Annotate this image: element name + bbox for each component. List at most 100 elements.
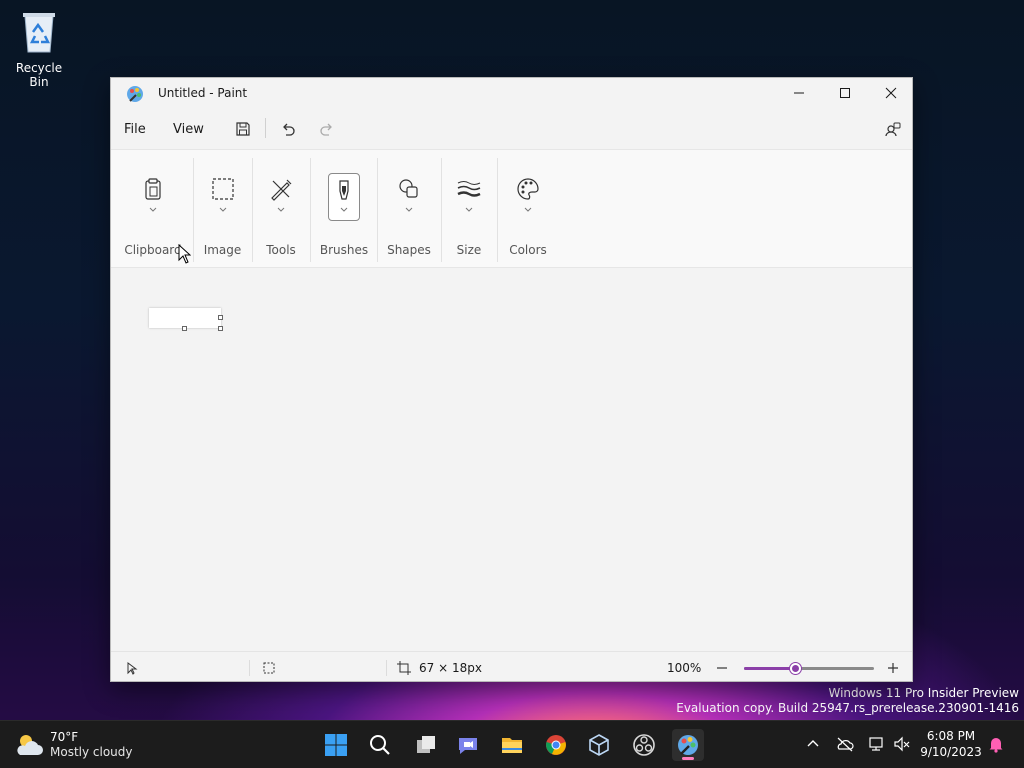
group-separator: [193, 158, 194, 262]
close-icon: [885, 87, 897, 99]
zoom-slider-fill: [744, 667, 796, 670]
colors-group[interactable]: Colors: [501, 150, 555, 269]
save-icon: [236, 122, 250, 136]
partly-cloudy-icon: [17, 735, 43, 755]
ribbon: Clipboard Image Tools Brushes Shapes Siz…: [111, 149, 912, 268]
size-icon: [457, 181, 481, 197]
virtualbox-button[interactable]: [583, 729, 615, 761]
weather-condition: Mostly cloudy: [50, 745, 133, 759]
size-group[interactable]: Size: [444, 150, 494, 269]
menu-bar: File View: [111, 110, 912, 148]
chevron-down-icon: [465, 207, 473, 212]
file-explorer-icon: [502, 738, 522, 753]
notification-bell-icon: [989, 738, 1003, 753]
clipboard-group[interactable]: Clipboard: [121, 150, 185, 269]
maximize-button[interactable]: [822, 78, 868, 108]
canvas-resize-handle-bottom[interactable]: [182, 326, 187, 331]
tools-label: Tools: [266, 243, 296, 257]
brushes-group[interactable]: Brushes: [313, 150, 375, 269]
undo-icon: [283, 123, 295, 136]
chrome-icon: [546, 735, 566, 755]
palette-icon: [517, 178, 539, 200]
view-menu[interactable]: View: [173, 122, 204, 137]
obs-icon: [633, 734, 655, 756]
canvas-size-icon: [397, 661, 411, 675]
chat-icon: [459, 738, 477, 754]
chevron-down-icon: [277, 207, 285, 212]
status-bar: 67 × 18px 100%: [111, 651, 912, 681]
paint-taskbar-button[interactable]: [672, 729, 704, 761]
taskbar: 70°F Mostly cloudy 6:08 PM 9/10/2023: [0, 720, 1024, 768]
undo-button[interactable]: [277, 118, 299, 140]
recycle-bin-label: Recycle Bin: [15, 61, 63, 89]
canvas-resize-handle-right[interactable]: [218, 315, 223, 320]
windows-watermark: Windows 11 Pro Insider Preview Evaluatio…: [676, 686, 1019, 716]
canvas-workspace[interactable]: [111, 269, 912, 651]
zoom-out-icon[interactable]: [715, 661, 729, 675]
image-group[interactable]: Image: [196, 150, 249, 269]
status-separator: [249, 660, 250, 676]
search-button[interactable]: [364, 729, 396, 761]
file-explorer-button[interactable]: [496, 729, 528, 761]
shapes-group[interactable]: Shapes: [379, 150, 439, 269]
file-menu[interactable]: File: [124, 122, 146, 137]
recycle-bin[interactable]: Recycle Bin: [6, 8, 72, 89]
drawing-canvas[interactable]: [149, 308, 221, 328]
task-view-icon: [417, 736, 435, 753]
clock-date: 9/10/2023: [920, 745, 982, 759]
chevron-down-icon: [524, 207, 532, 212]
menu-separator: [265, 118, 266, 138]
zoom-in-icon[interactable]: [886, 661, 900, 675]
chevron-up-icon: [807, 740, 819, 747]
account-button[interactable]: [882, 118, 904, 140]
chevron-down-icon: [219, 207, 226, 212]
window-title: Untitled - Paint: [158, 86, 248, 100]
zoom-level[interactable]: 100%: [667, 661, 701, 675]
chat-button[interactable]: [452, 729, 484, 761]
close-button[interactable]: [868, 78, 912, 108]
recycle-bin-icon: [23, 13, 55, 53]
size-label: Size: [456, 243, 482, 257]
redo-icon: [320, 123, 332, 136]
zoom-slider-thumb[interactable]: [790, 663, 801, 674]
start-button[interactable]: [320, 729, 352, 761]
obs-button[interactable]: [628, 729, 660, 761]
system-clock[interactable]: 6:08 PM 9/10/2023: [918, 728, 984, 760]
pointer-position-icon: [127, 662, 138, 675]
title-bar[interactable]: Untitled - Paint: [111, 78, 912, 110]
redo-button[interactable]: [316, 118, 338, 140]
chevron-down-icon: [149, 207, 157, 212]
task-view-button[interactable]: [410, 729, 442, 761]
cloud-offline-icon: [837, 737, 854, 752]
start-icon: [325, 734, 347, 756]
virtualbox-icon: [589, 734, 609, 756]
active-app-indicator: [682, 757, 694, 760]
save-button[interactable]: [232, 118, 254, 140]
chrome-button[interactable]: [540, 729, 572, 761]
group-separator: [441, 158, 442, 262]
chevron-down-icon: [340, 207, 348, 212]
selection-size-icon: [263, 662, 275, 674]
network-tray-button[interactable]: [868, 735, 886, 753]
group-separator: [252, 158, 253, 262]
tools-group[interactable]: Tools: [254, 150, 308, 269]
show-hidden-icons-button[interactable]: [804, 735, 822, 753]
clipboard-label: Clipboard: [124, 243, 182, 257]
clipboard-icon: [145, 178, 161, 200]
zoom-slider[interactable]: [744, 663, 874, 674]
clock-time: 6:08 PM: [926, 729, 976, 743]
notifications-button[interactable]: [987, 735, 1005, 753]
paint-window: Untitled - Paint File View Clipboard Ima…: [110, 77, 913, 682]
shapes-label: Shapes: [387, 243, 431, 257]
paint-icon: [678, 735, 698, 755]
minimize-icon: [794, 92, 804, 94]
chevron-down-icon: [405, 207, 413, 212]
minimize-button[interactable]: [776, 78, 822, 108]
watermark-build: Evaluation copy. Build 25947.rs_prerelea…: [676, 701, 1019, 715]
status-separator: [386, 660, 387, 676]
volume-tray-button[interactable]: [893, 735, 911, 753]
search-icon: [370, 735, 390, 755]
onedrive-tray-button[interactable]: [836, 735, 854, 753]
canvas-resize-handle-corner[interactable]: [218, 326, 223, 331]
group-separator: [497, 158, 498, 262]
